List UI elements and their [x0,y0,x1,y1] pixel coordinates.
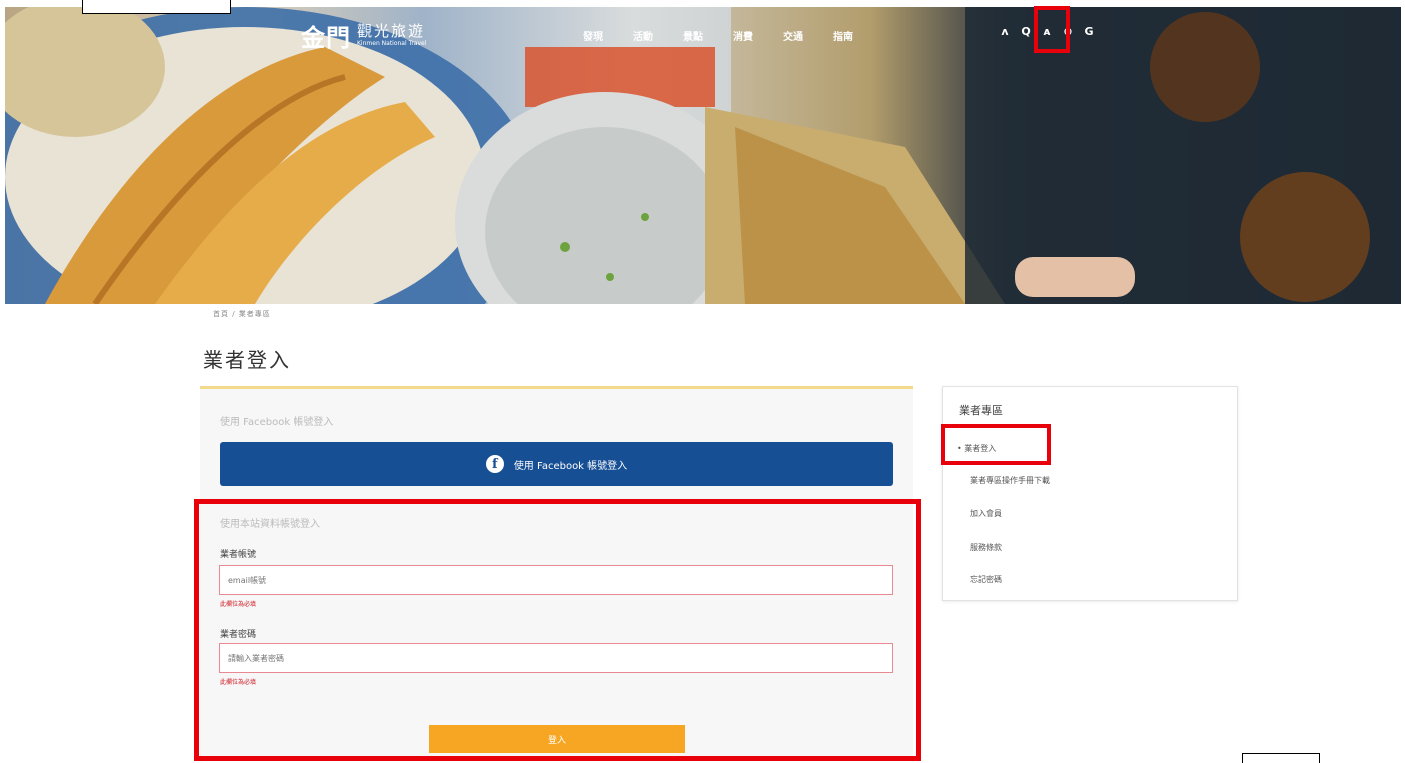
facebook-login-button[interactable]: f 使用 Facebook 帳號登入 [220,442,893,486]
hero-banner: 金門 觀光旅遊 Kinmen National Travel 發現 活動 景點 … [5,7,1401,304]
google-icon[interactable]: G [1083,25,1095,38]
sidebar-item-terms[interactable]: 服務條款 [943,533,1237,563]
outline-frame [1242,753,1320,763]
vendor-sidebar: 業者專區 • 業者登入 業者專區操作手冊下載 加入會員 服務條款 忘記密碼 [942,386,1238,601]
sitemap-icon[interactable]: ʌ [999,25,1011,38]
sidebar-title: 業者專區 [959,404,1003,417]
menu-item-discover[interactable]: 發現 [583,28,633,43]
outline-frame [82,0,231,14]
facebook-login-heading: 使用 Facebook 帳號登入 [220,417,334,428]
highlight-user-icon [1034,6,1070,53]
facebook-icon: f [485,455,504,473]
site-logo[interactable]: 金門 觀光旅遊 Kinmen National Travel [301,18,426,53]
menu-item-attractions[interactable]: 景點 [683,28,733,43]
highlight-sidebar-login [941,424,1051,465]
top-navigation: 金門 觀光旅遊 Kinmen National Travel 發現 活動 景點 … [5,7,1401,57]
logo-main-text: 金門 [301,23,351,52]
facebook-login-button-label: 使用 Facebook 帳號登入 [513,460,628,472]
menu-item-transport[interactable]: 交通 [783,28,833,43]
menu-item-shopping[interactable]: 消費 [733,28,783,43]
page-title: 業者登入 [203,348,291,372]
breadcrumb[interactable]: 首頁 / 業者專區 [213,309,271,319]
sidebar-item-join-member[interactable]: 加入會員 [943,499,1237,529]
menu-item-events[interactable]: 活動 [633,28,683,43]
sidebar-item-forgot-password[interactable]: 忘記密碼 [943,565,1237,595]
main-menu: 發現 活動 景點 消費 交通 指南 [583,28,883,43]
menu-item-guide[interactable]: 指南 [833,28,883,43]
search-icon[interactable]: Q [1020,25,1032,38]
sidebar-item-manual-download[interactable]: 業者專區操作手冊下載 [943,466,1237,496]
highlight-login-form [194,499,921,761]
logo-en-text: Kinmen National Travel [357,40,427,47]
logo-sub-text: 觀光旅遊 [357,22,426,40]
